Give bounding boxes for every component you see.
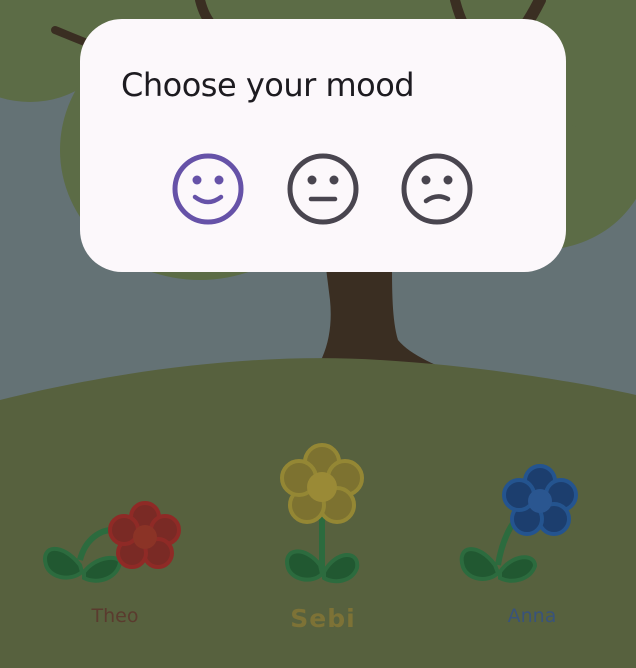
flower-sebi xyxy=(280,443,364,584)
flower-name-theo: Theo xyxy=(91,605,139,627)
mood-dialog: Choose your mood xyxy=(80,19,566,272)
smiley-neutral-icon xyxy=(287,153,359,225)
mood-sad-button[interactable] xyxy=(399,151,475,227)
flower-name-anna: Anna xyxy=(507,605,557,627)
dialog-title: Choose your mood xyxy=(121,66,415,104)
smiley-happy-icon xyxy=(172,153,244,225)
flower-name-sebi: Sebi xyxy=(290,604,356,633)
mood-neutral-button[interactable] xyxy=(285,151,361,227)
mood-happy-button[interactable] xyxy=(170,151,246,227)
smiley-sad-icon xyxy=(401,153,473,225)
